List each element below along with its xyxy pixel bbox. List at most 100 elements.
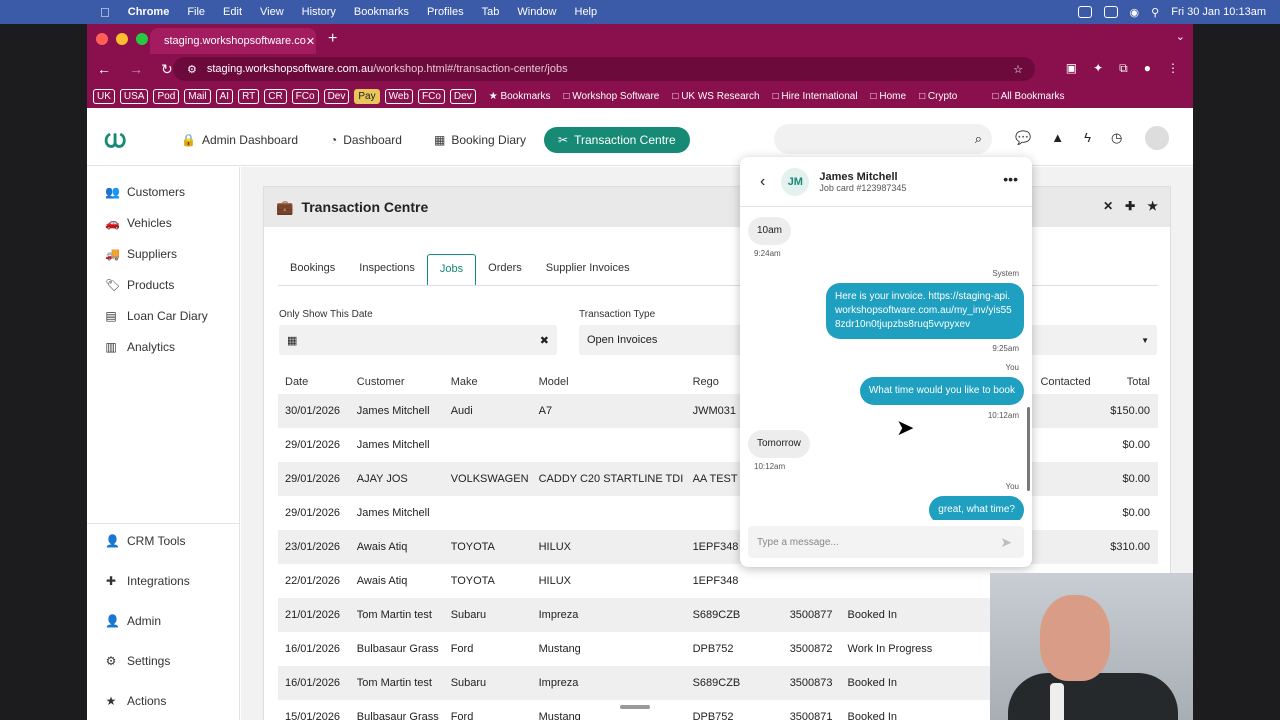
zoom-window-button[interactable]	[136, 33, 148, 45]
clock-icon[interactable]: ◷	[1111, 130, 1122, 146]
forward-icon[interactable]: →	[129, 61, 143, 78]
gear-icon: ⚙	[105, 654, 117, 668]
bookmark-star-icon[interactable]: ☆	[1013, 63, 1023, 76]
sidebar-item-analytics[interactable]: ▥ Analytics	[105, 340, 175, 354]
send-icon[interactable]: ➤	[1000, 534, 1012, 551]
bookmark[interactable]: Pay	[354, 88, 380, 104]
bookmark-folder[interactable]: □ Crypto	[919, 91, 957, 102]
url-field[interactable]: ⚙ staging.workshopsoftware.com.au /works…	[173, 57, 1035, 81]
sidebar-item-customers[interactable]: 👥 Customers	[105, 185, 185, 199]
col-model[interactable]: Model	[532, 370, 686, 394]
bookmark[interactable]: CR	[264, 88, 287, 104]
tab-jobs[interactable]: Jobs	[426, 254, 477, 285]
close-tab-icon[interactable]: ✕	[306, 35, 315, 48]
chat-scrollbar[interactable]	[1027, 407, 1030, 491]
menu-history[interactable]: History	[302, 6, 336, 18]
sidebar-item-loan-car-diary[interactable]: ▤ Loan Car Diary	[105, 309, 207, 323]
reload-icon[interactable]: ↻	[161, 61, 173, 78]
nav-admin-dashboard[interactable]: 🔒 Admin Dashboard	[181, 133, 298, 147]
warning-icon[interactable]: ▲	[1051, 130, 1064, 146]
nav-dashboard[interactable]: ◔ Dashboard	[330, 133, 402, 147]
status-icon[interactable]	[1077, 6, 1092, 18]
search-icon[interactable]: ⚲	[1151, 6, 1159, 19]
lightning-icon[interactable]: ϟ	[1084, 130, 1091, 146]
browser-tab[interactable]: staging.workshopsoftware.co ✕	[150, 28, 316, 54]
sidebar-item-actions[interactable]: ★ Actions	[105, 694, 167, 708]
bookmark[interactable]: Dev	[323, 88, 350, 104]
tab-supplier-invoices[interactable]: Supplier Invoices	[534, 254, 642, 285]
menu-profiles[interactable]: Profiles	[427, 6, 464, 18]
sidebar-item-settings[interactable]: ⚙ Settings	[105, 654, 171, 668]
menu-tab[interactable]: Tab	[482, 6, 500, 18]
bookmark[interactable]: UK	[93, 88, 115, 104]
bookmark-folder[interactable]: ★ Bookmarks	[489, 91, 551, 102]
tab-bookings[interactable]: Bookings	[278, 254, 347, 285]
sidebar-item-integrations[interactable]: ✚ Integrations	[105, 574, 190, 588]
date-filter-field[interactable]: ▦ ✖	[279, 325, 557, 355]
clock[interactable]: Fri 30 Jan 10:13am	[1171, 6, 1266, 18]
all-bookmarks[interactable]: □ All Bookmarks	[992, 91, 1064, 102]
search-input[interactable]: ⌕	[774, 124, 992, 154]
sidebar-item-products[interactable]: 🏷 Products	[105, 278, 174, 292]
col-contacted[interactable]: Contacted	[1033, 370, 1103, 394]
bookmark[interactable]: AI	[215, 88, 234, 104]
col-make[interactable]: Make	[444, 370, 532, 394]
back-icon[interactable]: ←	[97, 61, 111, 78]
bookmark[interactable]: Dev	[449, 88, 476, 104]
message-input[interactable]: Type a message... ➤	[748, 526, 1024, 558]
nav-transaction-centre[interactable]: ✂ Transaction Centre	[544, 126, 690, 153]
tab-search-icon[interactable]: ⌄	[1176, 30, 1185, 43]
back-icon[interactable]: ‹	[760, 173, 765, 191]
search-icon[interactable]: ⌕	[975, 131, 982, 147]
bookmark[interactable]: USA	[119, 88, 149, 104]
menu-window[interactable]: Window	[517, 6, 556, 18]
clear-date-icon[interactable]: ✖	[540, 334, 549, 347]
menu-file[interactable]: File	[187, 6, 205, 18]
sidebar-item-vehicles[interactable]: 🚗 Vehicles	[105, 216, 172, 230]
col-customer[interactable]: Customer	[350, 370, 444, 394]
minimize-window-button[interactable]	[116, 33, 128, 45]
add-icon[interactable]: ✚	[1125, 199, 1135, 213]
tab-inspections[interactable]: Inspections	[347, 254, 427, 285]
sidebar-item-crm-tools[interactable]: 👤 CRM Tools	[105, 534, 185, 548]
close-window-button[interactable]	[96, 33, 108, 45]
nav-booking-diary[interactable]: ▦ Booking Diary	[434, 133, 526, 147]
bookmark[interactable]: Mail	[184, 88, 211, 104]
menu-edit[interactable]: Edit	[223, 6, 242, 18]
bookmark-folder[interactable]: □ UK WS Research	[672, 91, 759, 102]
extension-icon[interactable]: ✦	[1093, 61, 1103, 76]
wifi-icon[interactable]: ◉	[1130, 6, 1140, 19]
site-info-icon[interactable]: ⚙	[187, 63, 197, 76]
bookmark[interactable]: FCo	[291, 88, 319, 104]
avatar[interactable]	[1145, 126, 1169, 150]
message-list[interactable]: 10am 9:24am System Here is your invoice.…	[740, 207, 1032, 520]
chat-icon[interactable]: 💬	[1015, 130, 1031, 146]
menu-bookmarks[interactable]: Bookmarks	[354, 6, 409, 18]
favourite-star-icon[interactable]: ★	[1147, 199, 1158, 213]
kebab-menu-icon[interactable]: ⋮	[1167, 61, 1179, 76]
sidebar-item-admin[interactable]: 👤 Admin	[105, 614, 161, 628]
bookmark-folder[interactable]: □ Workshop Software	[563, 91, 659, 102]
more-options-icon[interactable]: •••	[1003, 171, 1018, 187]
apple-menu-icon[interactable]: 	[100, 5, 110, 20]
extension-icon[interactable]: ▣	[1066, 61, 1077, 76]
menu-view[interactable]: View	[260, 6, 284, 18]
sidebar-item-suppliers[interactable]: 🚚 Suppliers	[105, 247, 177, 261]
bookmark[interactable]: RT	[238, 88, 260, 104]
col-date[interactable]: Date	[278, 370, 350, 394]
extensions-puzzle-icon[interactable]: ⧉	[1119, 61, 1128, 76]
bookmark-folder[interactable]: □ Hire International	[773, 91, 858, 102]
col-total[interactable]: Total	[1103, 370, 1158, 394]
bookmark-folder[interactable]: □ Home	[871, 91, 907, 102]
bookmark[interactable]: FCo	[418, 88, 445, 104]
new-tab-icon[interactable]: +	[328, 30, 337, 48]
status-icon[interactable]	[1103, 6, 1118, 18]
tab-orders[interactable]: Orders	[476, 254, 534, 285]
menu-app[interactable]: Chrome	[128, 6, 170, 18]
bookmark[interactable]: Web	[384, 88, 413, 104]
menu-help[interactable]: Help	[575, 6, 598, 18]
close-icon[interactable]: ✕	[1103, 199, 1113, 213]
bookmark[interactable]: Pod	[153, 88, 180, 104]
profile-icon[interactable]: ●	[1144, 61, 1151, 76]
app-logo[interactable]: ധ	[103, 126, 141, 153]
